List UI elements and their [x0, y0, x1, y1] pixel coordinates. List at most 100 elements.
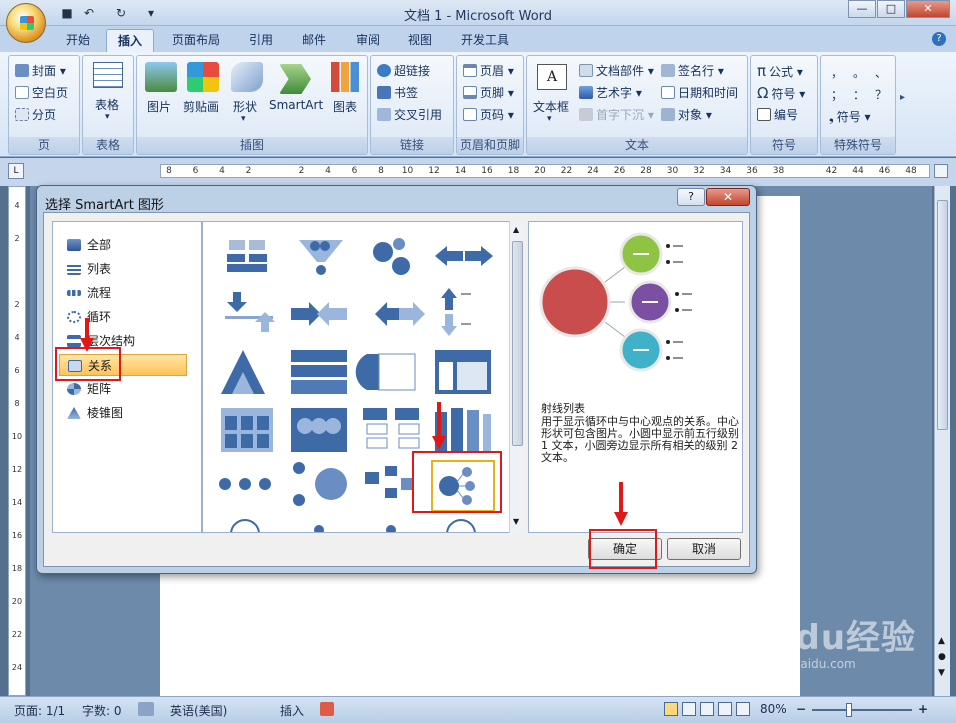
- word-count[interactable]: 字数: 0: [82, 702, 122, 719]
- shapes-dropdown-icon[interactable]: ▾: [241, 114, 246, 124]
- wordart-button[interactable]: 艺术字 ▾: [579, 84, 642, 101]
- nested-target-thumb[interactable]: [221, 408, 273, 452]
- balance-layout-thumb[interactable]: [227, 240, 267, 272]
- page-break-button[interactable]: 分页: [15, 106, 56, 123]
- picture-button[interactable]: 图片: [147, 98, 171, 115]
- arrow-ribbon-layout-thumb[interactable]: [435, 246, 493, 266]
- target-list-thumb[interactable]: [355, 353, 416, 391]
- zoom-in-icon[interactable]: +: [918, 702, 928, 716]
- office-button[interactable]: [6, 3, 46, 43]
- quick-parts-button[interactable]: 文档部件 ▾: [579, 62, 654, 79]
- help-icon[interactable]: ?: [932, 32, 946, 46]
- semicolon-char-button[interactable]: ；: [831, 86, 843, 103]
- equation-thumb[interactable]: [219, 478, 271, 490]
- zoom-level[interactable]: 80%: [760, 702, 787, 716]
- blank-page-button[interactable]: 空白页: [15, 84, 68, 101]
- outline-icon[interactable]: [718, 702, 732, 716]
- scroll-thumb[interactable]: [937, 200, 948, 430]
- caesura-char-button[interactable]: 、: [875, 64, 887, 81]
- next-page-icon[interactable]: ▼: [938, 668, 945, 678]
- category-cycle[interactable]: 循环: [59, 306, 199, 328]
- tab-review[interactable]: 审阅: [346, 29, 390, 52]
- table-button[interactable]: 表格: [95, 96, 119, 113]
- view-ruler-icon[interactable]: [934, 164, 948, 178]
- full-screen-reading-icon[interactable]: [682, 702, 696, 716]
- converging-arrows-thumb[interactable]: [291, 302, 347, 326]
- tab-selector-icon[interactable]: L: [8, 163, 24, 179]
- opposing-arrows-thumb[interactable]: [441, 288, 471, 336]
- drop-cap-button[interactable]: 首字下沉 ▾: [579, 106, 654, 123]
- previous-page-icon[interactable]: ▲: [938, 636, 945, 646]
- hierarchy-list-thumb[interactable]: [363, 408, 420, 449]
- dialog-close-button[interactable]: ✕: [706, 188, 750, 206]
- gear-layout-thumb[interactable]: [373, 238, 410, 275]
- chart-button[interactable]: 图表: [333, 98, 357, 115]
- header-button[interactable]: 页眉 ▾: [463, 62, 514, 79]
- ribbon-scroll-icon[interactable]: ▸: [900, 92, 905, 103]
- proofing-icon[interactable]: [138, 702, 154, 716]
- bookmark-button[interactable]: 书签: [377, 84, 418, 101]
- draft-icon[interactable]: [736, 702, 750, 716]
- object-button[interactable]: 对象 ▾: [661, 106, 712, 123]
- page-number-button[interactable]: 页码 ▾: [463, 106, 514, 123]
- colon-char-button[interactable]: ：: [853, 86, 865, 103]
- category-process[interactable]: 流程: [59, 282, 199, 304]
- plus-and-circle-thumb[interactable]: [293, 462, 347, 506]
- textbox-button[interactable]: 文本框: [533, 98, 569, 115]
- signature-line-button[interactable]: 签名行 ▾: [661, 62, 724, 79]
- equation-button[interactable]: π 公式 ▾: [757, 62, 803, 80]
- maximize-button[interactable]: □: [877, 0, 905, 18]
- cancel-button[interactable]: 取消: [667, 538, 741, 560]
- stacked-venn-thumb[interactable]: [291, 408, 347, 452]
- counterbalance-layout-thumb[interactable]: [225, 292, 275, 332]
- category-matrix[interactable]: 矩阵: [59, 378, 199, 400]
- close-button[interactable]: ✕: [906, 0, 950, 18]
- tab-page-layout[interactable]: 页面布局: [162, 29, 230, 52]
- smartart-button[interactable]: SmartArt: [269, 98, 323, 112]
- tab-insert[interactable]: 插入: [106, 29, 154, 52]
- tab-mailings[interactable]: 邮件: [292, 29, 336, 52]
- tab-home[interactable]: 开始: [56, 29, 100, 52]
- funnel-layout-thumb[interactable]: [299, 240, 343, 275]
- date-time-button[interactable]: 日期和时间: [661, 84, 738, 101]
- browse-object-icon[interactable]: ●: [938, 652, 946, 662]
- category-pyramid[interactable]: 棱锥图: [59, 402, 199, 424]
- table-hierarchy-thumb[interactable]: [291, 350, 347, 394]
- hierarchy-relationship-thumb[interactable]: [365, 466, 413, 498]
- vertical-scrollbar[interactable]: ▲ ● ▼: [934, 186, 950, 696]
- scroll-down-icon[interactable]: ▼: [513, 517, 519, 526]
- zoom-slider[interactable]: [812, 709, 912, 711]
- tab-references[interactable]: 引用: [240, 29, 282, 52]
- language-status[interactable]: 英语(美国): [170, 702, 227, 719]
- cover-page-button[interactable]: 封面 ▾: [15, 62, 66, 79]
- cross-reference-button[interactable]: 交叉引用: [377, 106, 442, 123]
- category-list-item[interactable]: 列表: [59, 258, 199, 280]
- symbol-button[interactable]: Ω 符号 ▾: [757, 84, 805, 102]
- shapes-button[interactable]: 形状: [233, 98, 257, 115]
- more-symbols-button[interactable]: ❟ 符号 ▾: [829, 108, 871, 125]
- table-dropdown-icon[interactable]: ▾: [105, 112, 110, 122]
- print-layout-icon[interactable]: [664, 702, 678, 716]
- question-char-button[interactable]: ？: [875, 86, 887, 103]
- tab-developer[interactable]: 开发工具: [452, 29, 518, 52]
- numbering-button[interactable]: 编号: [757, 106, 798, 123]
- zoom-out-icon[interactable]: −: [796, 702, 806, 716]
- page-count[interactable]: 页面: 1/1: [14, 702, 65, 719]
- tab-view[interactable]: 视图: [398, 29, 442, 52]
- footer-button[interactable]: 页脚 ▾: [463, 84, 514, 101]
- textbox-dropdown-icon[interactable]: ▾: [547, 114, 552, 124]
- horizontal-ruler[interactable]: 8 6 4 2 2 4 6 8 10 12 14 16 18 20 22 24 26 28 30 32 34 36 38 42…: [160, 164, 930, 178]
- macro-record-icon[interactable]: [320, 702, 334, 716]
- gallery-scrollbar[interactable]: ▲ ▼: [509, 221, 524, 533]
- comma-char-button[interactable]: ，: [831, 64, 843, 81]
- segmented-pyramid-thumb[interactable]: [221, 350, 265, 394]
- category-all[interactable]: 全部: [59, 234, 199, 256]
- minimize-button[interactable]: —: [848, 0, 876, 18]
- zoom-slider-thumb[interactable]: [846, 703, 852, 717]
- grouped-list-thumb[interactable]: [435, 350, 491, 394]
- period-char-button[interactable]: 。: [853, 64, 865, 81]
- hyperlink-button[interactable]: 超链接: [377, 62, 430, 79]
- gallery-scroll-thumb[interactable]: [512, 241, 523, 446]
- web-layout-icon[interactable]: [700, 702, 714, 716]
- clip-art-button[interactable]: 剪贴画: [183, 98, 219, 115]
